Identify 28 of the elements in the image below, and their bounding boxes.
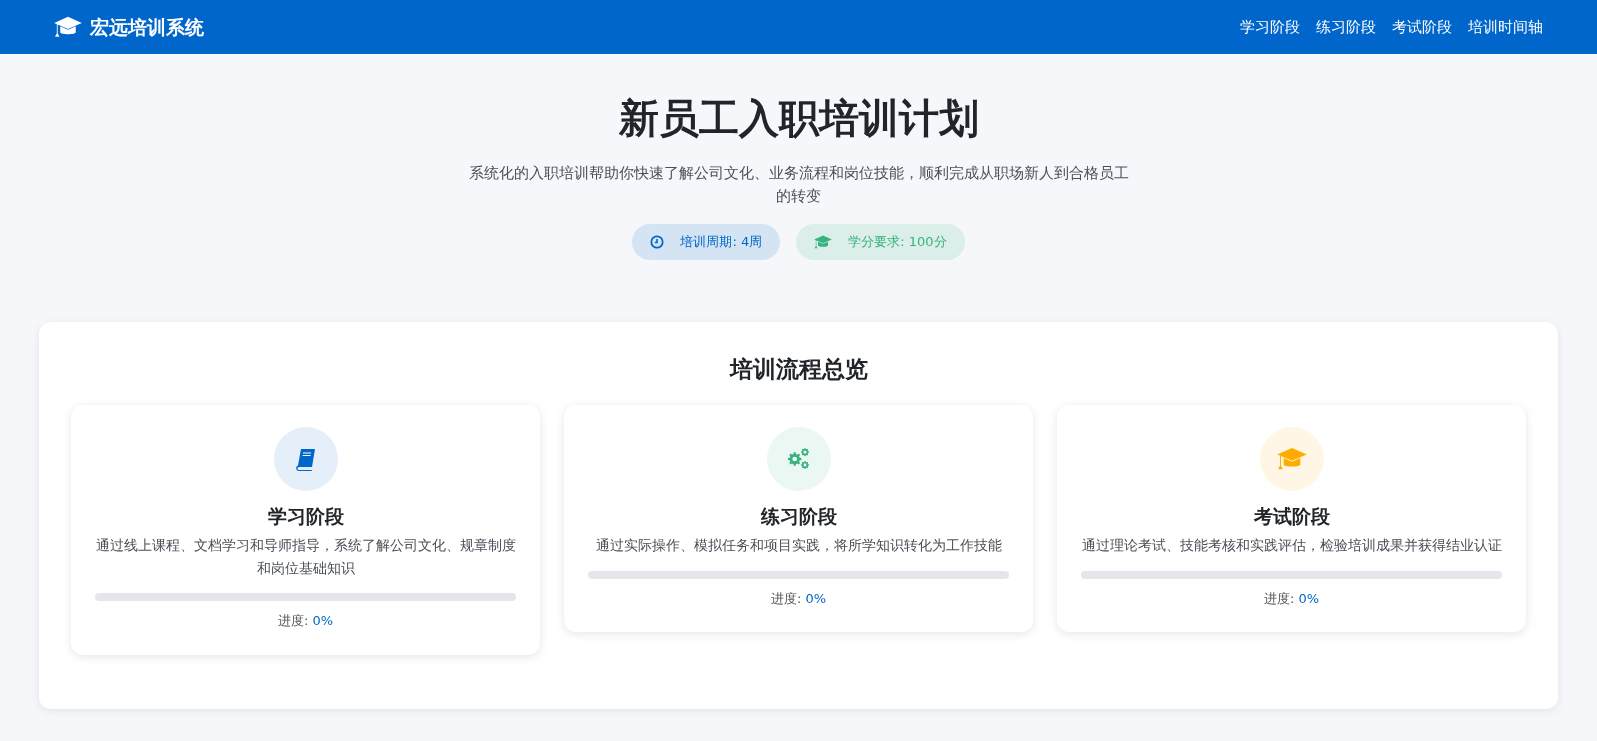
nav-link[interactable]: 练习阶段 — [1316, 15, 1376, 39]
page-title: 新员工入职培训计划 — [618, 94, 979, 142]
brand-name[interactable]: 宏远培训系统 — [90, 12, 204, 42]
stage-description: 通过线上课程、文档学习和导师指导，系统了解公司文化、规章制度和岗位基础知识 — [95, 536, 516, 578]
gears-icon — [786, 447, 811, 472]
info-badge: 培训周期: 4周 — [632, 224, 781, 260]
progress-label: 进度: — [771, 589, 802, 608]
stage-title: 练习阶段 — [760, 505, 837, 529]
progress-label: 进度: — [1264, 589, 1295, 608]
section-title: 培训流程总览 — [728, 355, 869, 384]
book-icon — [293, 447, 318, 472]
graduation-cap-icon — [1276, 447, 1307, 472]
stage-description: 通过理论考试、技能考核和实践评估，检验培训成果并获得结业认证 — [1081, 536, 1502, 556]
graduation-cap-icon — [54, 15, 82, 39]
graduation-cap-icon — [814, 234, 833, 250]
stage-description: 通过实际操作、模拟任务和项目实践，将所学知识转化为工作技能 — [595, 536, 1002, 556]
info-badge: 学分要求: 100分 — [796, 224, 965, 260]
page-subtitle: 系统化的入职培训帮助你快速了解公司文化、业务流程和岗位技能，顺利完成从职场新人到合格员工的转变 — [468, 164, 1129, 207]
progress-value: 0% — [312, 612, 333, 631]
nav-link[interactable]: 学习阶段 — [1240, 15, 1300, 39]
progress-label: 进度: — [278, 612, 309, 631]
clock-icon — [650, 235, 665, 250]
progress-value: 0% — [1298, 589, 1319, 608]
nav-link[interactable]: 考试阶段 — [1392, 15, 1452, 39]
nav-link[interactable]: 培训时间轴 — [1468, 15, 1543, 39]
stage-title: 考试阶段 — [1253, 505, 1330, 529]
stage-title: 学习阶段 — [267, 505, 344, 529]
progress-value: 0% — [805, 589, 826, 608]
